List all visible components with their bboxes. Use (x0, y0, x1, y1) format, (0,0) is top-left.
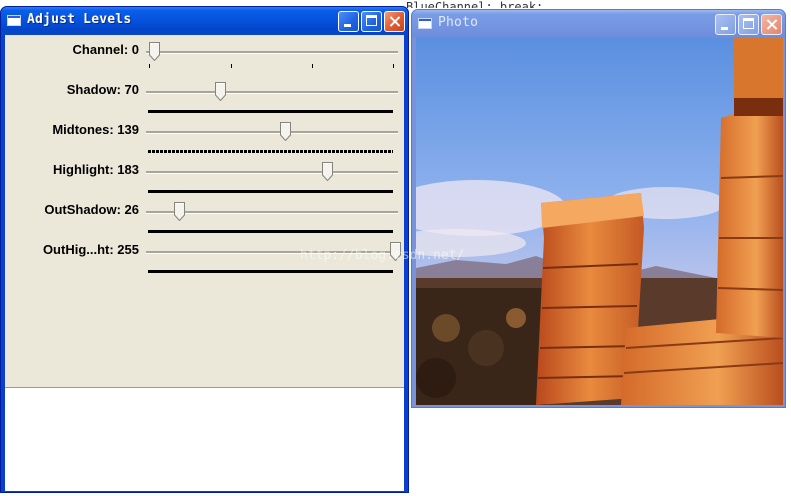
close-button[interactable] (384, 11, 405, 32)
tick-mark (149, 64, 150, 68)
close-icon (385, 12, 404, 31)
close-icon (762, 15, 781, 34)
photo-titlebar[interactable]: Photo (412, 10, 785, 38)
trackbar-label: Channel: 0 (72, 42, 139, 57)
trackbar-label: OutShadow: 26 (44, 202, 139, 217)
trackbar-indicator-bar (148, 270, 393, 273)
trackbar-label: OutHig...ht: 255 (42, 242, 139, 257)
photo-window: Photo (411, 9, 786, 408)
photo-canvas (416, 38, 783, 405)
trackbar-row-channel: Channel: 0 (5, 39, 404, 79)
ruins-photo (416, 38, 783, 405)
trackbar-track[interactable] (146, 131, 398, 134)
trackbar-label: Shadow: 70 (66, 82, 139, 97)
trackbar-label: Highlight: 183 (53, 162, 139, 177)
trackbar-indicator-bar (148, 190, 393, 193)
trackbar-label: Midtones: 139 (52, 122, 139, 137)
window-icon (7, 15, 21, 26)
levels-titlebar[interactable]: Adjust Levels (1, 7, 408, 35)
trackbar-row-midtones: Midtones: 139 (5, 119, 404, 159)
trackbar-row-highlight: Highlight: 183 (5, 159, 404, 199)
maximize-icon (366, 15, 377, 26)
minimize-icon (344, 24, 351, 27)
trackbar-thumb-midtones[interactable] (280, 122, 292, 141)
minimize-button[interactable] (715, 14, 736, 35)
trackbar-indicator-bar (148, 150, 393, 153)
trackbar-thumb-channel[interactable] (149, 42, 160, 61)
close-button[interactable] (761, 14, 782, 35)
trackbar-row-outshadow: OutShadow: 26 (5, 199, 404, 239)
trackbar-panel: Channel: 0 Shadow: 70 Midtones: 139 High… (5, 35, 404, 388)
trackbar-ticks (146, 64, 398, 70)
maximize-button[interactable] (361, 11, 382, 32)
watermark-text: http://blog.csdn.net/ (300, 248, 465, 263)
photo-window-title: Photo (438, 15, 479, 30)
trackbar-track[interactable] (146, 51, 398, 54)
trackbar-thumb-shadow[interactable] (215, 82, 227, 101)
trackbar-track[interactable] (146, 171, 398, 174)
trackbar-row-shadow: Shadow: 70 (5, 79, 404, 119)
background-code-text: BlueChannel; break; (406, 0, 544, 8)
tick-mark (312, 64, 313, 68)
trackbar-indicator-bar (148, 110, 393, 113)
levels-client-area: Channel: 0 Shadow: 70 Midtones: 139 High… (5, 35, 404, 491)
trackbar-indicator-bar (148, 230, 393, 233)
maximize-button[interactable] (738, 14, 759, 35)
tick-mark (393, 64, 394, 68)
trackbar-thumb-highlight[interactable] (321, 162, 333, 181)
minimize-icon (721, 27, 728, 30)
window-icon (418, 18, 432, 29)
levels-window-title: Adjust Levels (27, 12, 132, 27)
maximize-icon (743, 18, 754, 29)
minimize-button[interactable] (338, 11, 359, 32)
trackbar-track[interactable] (146, 91, 398, 94)
trackbar-thumb-outshadow[interactable] (173, 202, 185, 221)
tick-mark (231, 64, 232, 68)
levels-empty-area (5, 388, 404, 491)
